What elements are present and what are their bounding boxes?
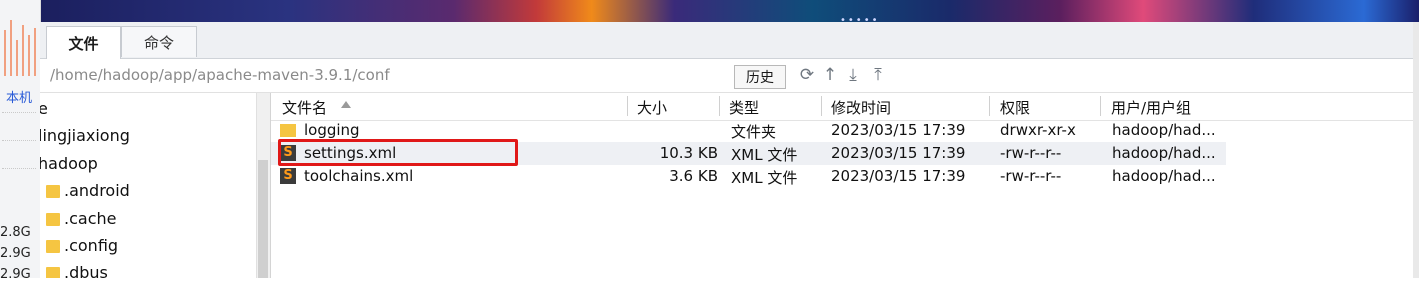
column-header-permissions[interactable]: 权限 (1000, 97, 1030, 118)
divider (2, 168, 36, 169)
tab-bar: 文件 命令 (40, 22, 1419, 59)
file-size: 10.3 KB (659, 144, 718, 162)
tree-item[interactable]: .config (64, 236, 118, 255)
folder-icon (46, 185, 60, 198)
column-header-modified[interactable]: 修改时间 (831, 97, 891, 118)
xml-file-icon: S (280, 168, 296, 184)
file-modified: 2023/03/15 17:39 (831, 144, 966, 162)
file-permissions: -rw-r--r-- (1000, 167, 1062, 185)
directory-tree: e lingjiaxiong hadoop .android .cache .c… (40, 93, 256, 278)
left-side-panel: 本机 2.8G 2.9G 2.9G (0, 0, 41, 282)
path-bar: /home/hadoop/app/apache-maven-3.9.1/conf… (40, 59, 1419, 93)
file-name: logging (304, 121, 360, 139)
refresh-icon[interactable]: ⟳ (797, 65, 817, 85)
highlight-annotation (278, 139, 518, 166)
memory-value: 2.9G (0, 246, 31, 261)
table-row[interactable]: S toolchains.xml 3.6 KB XML 文件 2023/03/1… (271, 165, 1226, 188)
cpu-graph-bar (34, 28, 36, 76)
cpu-graph-bar (4, 30, 6, 76)
tab-command[interactable]: 命令 (121, 26, 197, 57)
file-modified: 2023/03/15 17:39 (831, 167, 966, 185)
tab-file[interactable]: 文件 (46, 26, 121, 59)
file-owner: hadoop/had... (1112, 144, 1216, 162)
divider (2, 140, 36, 141)
cpu-graph-bar (16, 40, 18, 76)
cpu-graph-bar (10, 20, 12, 76)
column-separator[interactable] (821, 96, 822, 116)
column-header-size[interactable]: 大小 (637, 97, 667, 118)
column-separator[interactable] (719, 96, 720, 116)
tree-item[interactable]: .android (64, 181, 130, 200)
file-type: XML 文件 (731, 169, 798, 187)
top-banner (40, 0, 1419, 22)
column-header-owner[interactable]: 用户/用户组 (1111, 97, 1191, 118)
column-header-type[interactable]: 类型 (729, 97, 759, 118)
folder-icon (46, 240, 60, 253)
sort-ascending-icon (341, 101, 351, 108)
tree-item[interactable]: e (40, 99, 48, 118)
file-modified: 2023/03/15 17:39 (831, 121, 966, 139)
file-owner: hadoop/had... (1112, 167, 1216, 185)
folder-icon (46, 267, 60, 278)
tree-item[interactable]: .dbus (64, 263, 108, 278)
divider (2, 112, 36, 113)
history-button[interactable]: 历史 (734, 65, 786, 89)
file-name: toolchains.xml (304, 167, 414, 185)
column-header-name[interactable]: 文件名 (282, 97, 327, 118)
column-separator[interactable] (1100, 96, 1101, 116)
file-list: 文件名 大小 类型 修改时间 权限 用户/用户组 logging 文件夹 202… (270, 93, 1419, 278)
tree-item[interactable]: hadoop (40, 154, 98, 173)
file-type: 文件夹 (731, 123, 777, 141)
file-permissions: drwxr-xr-x (1000, 121, 1076, 139)
path-input[interactable]: /home/hadoop/app/apache-maven-3.9.1/conf (50, 66, 390, 84)
tree-item[interactable]: lingjiaxiong (40, 126, 130, 145)
memory-value: 2.9G (0, 267, 31, 282)
cpu-graph-bar (28, 35, 30, 76)
local-machine-link[interactable]: 本机 (6, 87, 32, 106)
file-permissions: -rw-r--r-- (1000, 144, 1062, 162)
column-separator[interactable] (627, 96, 628, 116)
file-type: XML 文件 (731, 146, 798, 164)
file-owner: hadoop/had... (1112, 121, 1216, 139)
cpu-graph-bar (22, 25, 24, 76)
up-icon[interactable]: ↑ (820, 65, 840, 85)
column-separator[interactable] (989, 96, 990, 116)
file-size: 3.6 KB (669, 167, 718, 185)
tree-scrollbar-thumb[interactable] (258, 160, 268, 278)
file-list-header: 文件名 大小 类型 修改时间 权限 用户/用户组 (271, 93, 1419, 121)
window-edge (1413, 22, 1419, 278)
folder-icon (46, 213, 60, 226)
upload-icon[interactable]: ⤒ (868, 65, 888, 85)
tree-item[interactable]: .cache (64, 209, 116, 228)
download-icon[interactable]: ⤓ (843, 65, 863, 85)
memory-value: 2.8G (0, 225, 31, 240)
folder-icon (280, 124, 296, 137)
